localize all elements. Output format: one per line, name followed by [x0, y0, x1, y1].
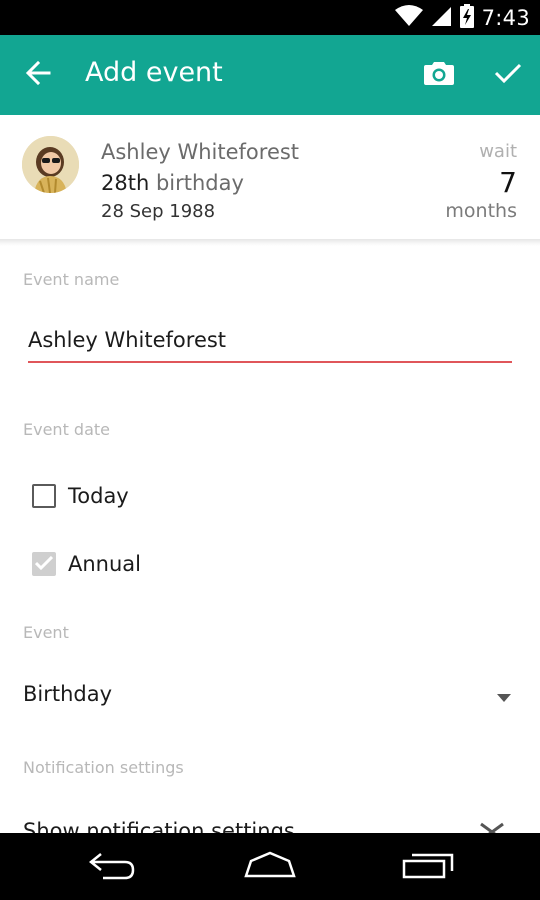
event-summary: Ashley Whiteforest 28th birthday 28 Sep … — [0, 115, 540, 243]
today-checkbox[interactable] — [32, 484, 56, 508]
annual-label: Annual — [68, 552, 141, 576]
event-date-label: Event date — [23, 420, 110, 439]
show-notification-label: Show notification settings — [23, 819, 295, 834]
avatar[interactable] — [22, 136, 79, 193]
check-icon — [494, 62, 522, 88]
checkmark-icon — [34, 555, 54, 574]
battery-charging-icon — [459, 3, 474, 32]
wifi-icon — [394, 4, 424, 31]
back-arrow-icon — [25, 60, 51, 90]
app-bar: Add event — [0, 35, 540, 115]
event-name-label: Event name — [23, 270, 120, 289]
wait-label: wait — [479, 141, 517, 162]
annual-checkbox[interactable] — [32, 552, 56, 576]
back-nav-icon — [87, 850, 137, 884]
today-checkbox-row[interactable]: Today — [32, 480, 129, 512]
camera-button[interactable] — [418, 55, 460, 95]
event-kind: birthday — [155, 171, 244, 195]
event-name-input[interactable]: Ashley Whiteforest — [28, 325, 512, 363]
today-label: Today — [68, 484, 129, 508]
navigation-bar — [0, 833, 540, 900]
dropdown-arrow-icon — [497, 694, 511, 702]
wait-unit: months — [445, 200, 517, 222]
notification-settings-label: Notification settings — [23, 758, 184, 777]
age-line: 28th birthday — [101, 171, 244, 195]
page-title: Add event — [85, 57, 223, 88]
home-nav-icon — [243, 851, 297, 883]
age-ordinal: 28th — [101, 171, 150, 195]
header-divider — [0, 239, 540, 246]
back-button[interactable] — [18, 55, 58, 95]
event-type-value: Birthday — [23, 682, 113, 706]
contact-name: Ashley Whiteforest — [101, 140, 300, 164]
event-type-label: Event — [23, 623, 69, 642]
nav-back-button[interactable] — [77, 845, 147, 889]
event-date-text: 28 Sep 1988 — [101, 201, 216, 222]
camera-icon — [424, 60, 454, 90]
recents-nav-icon — [402, 851, 454, 883]
annual-checkbox-row[interactable]: Annual — [32, 548, 141, 580]
save-button[interactable] — [488, 55, 528, 95]
wait-value: 7 — [499, 166, 517, 199]
status-bar: 7:43 — [0, 0, 540, 35]
nav-home-button[interactable] — [235, 845, 305, 889]
nav-recents-button[interactable] — [393, 845, 463, 889]
signal-icon — [431, 5, 452, 31]
event-type-dropdown[interactable]: Birthday — [23, 682, 517, 716]
show-notification-row[interactable]: Show notification settings — [23, 818, 517, 834]
status-time: 7:43 — [481, 5, 530, 30]
